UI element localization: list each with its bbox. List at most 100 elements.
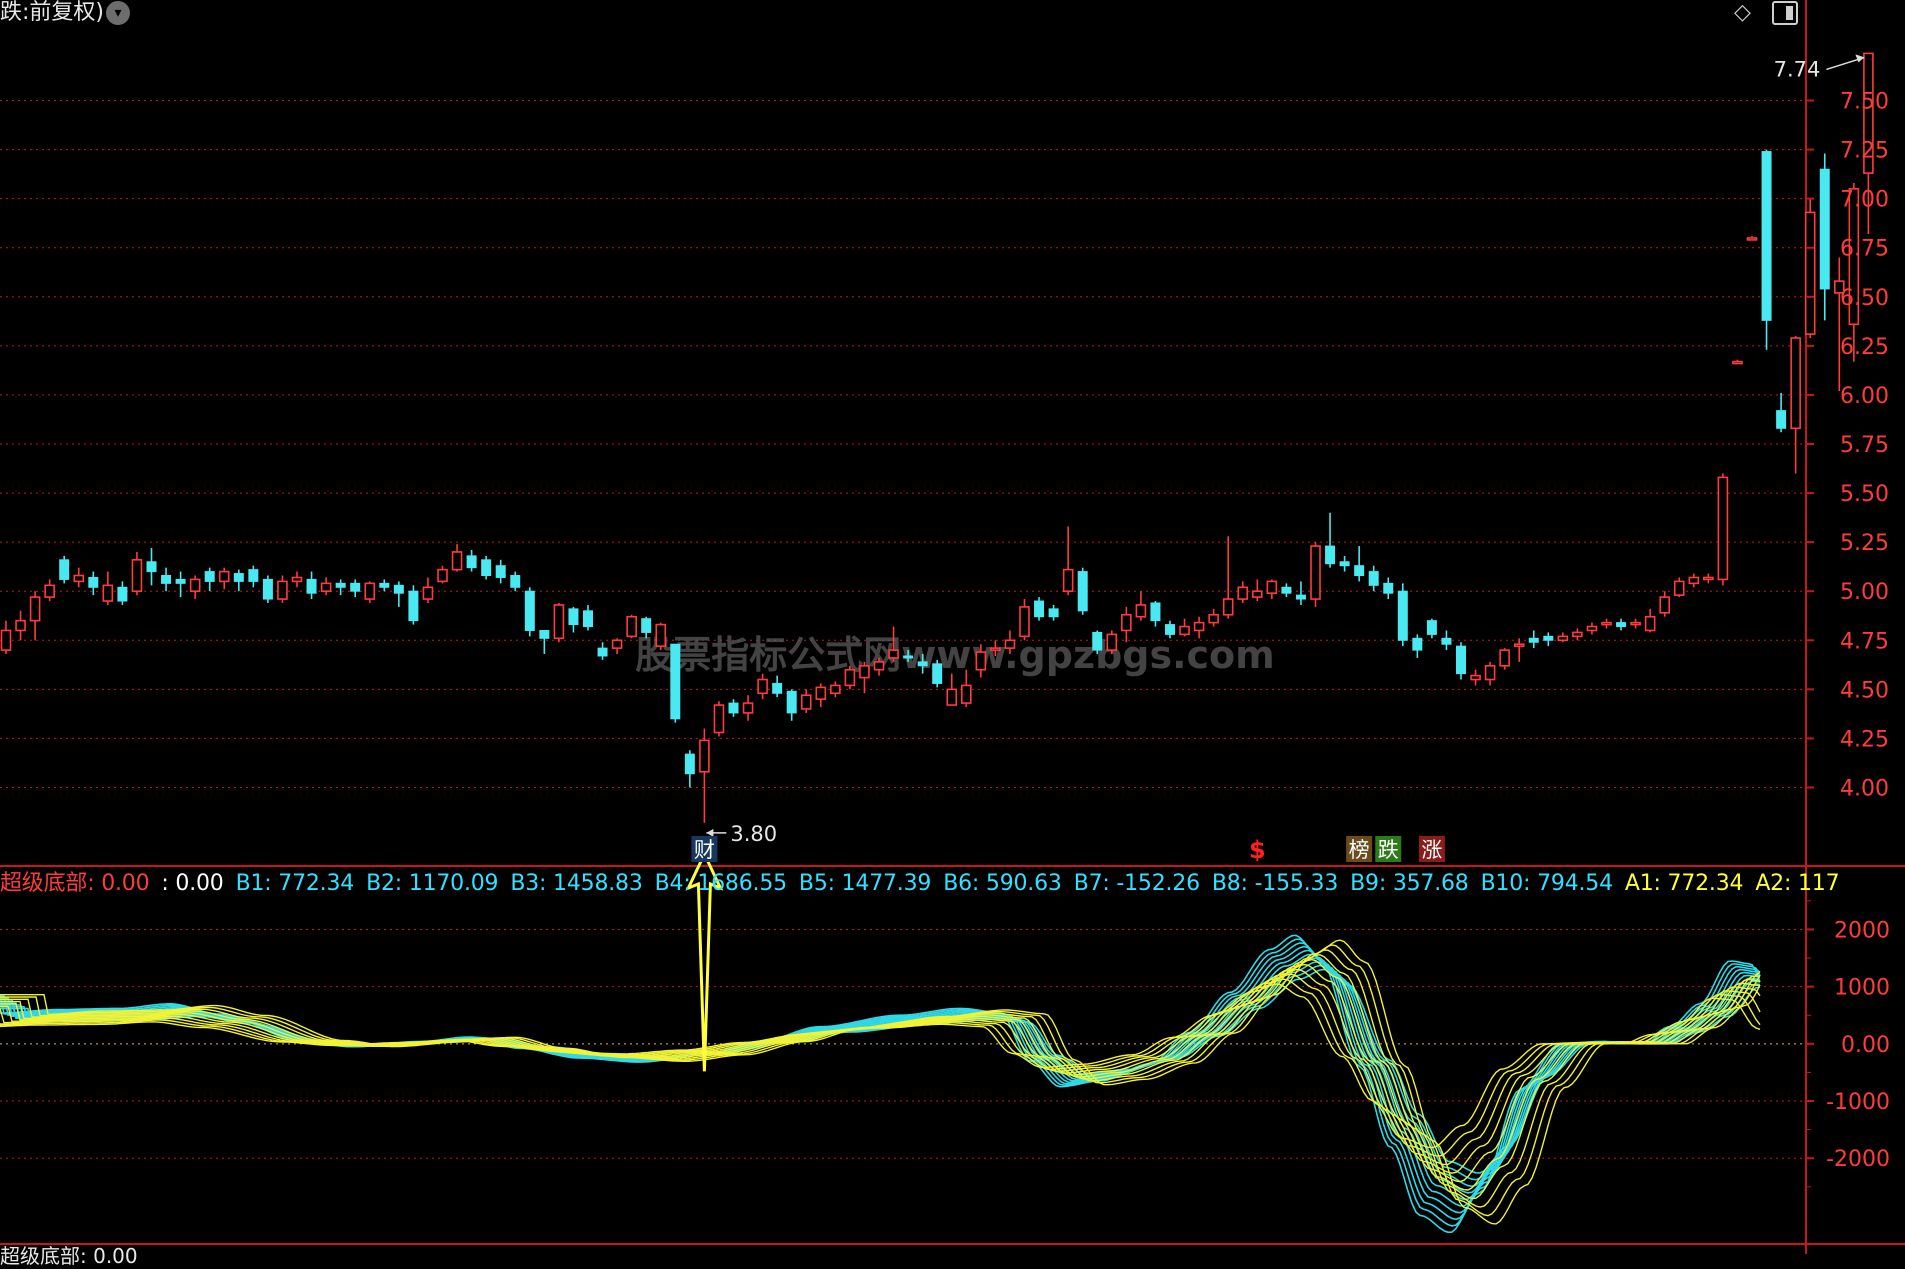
candlestick-series xyxy=(0,52,1874,823)
candle-body xyxy=(597,647,608,657)
candle xyxy=(684,750,695,788)
candle xyxy=(597,642,608,660)
price-tick-label: 7.25 xyxy=(1840,139,1889,164)
candle-body xyxy=(1688,576,1700,585)
candle xyxy=(1048,604,1059,621)
candle-body xyxy=(364,582,376,600)
indicator-tick-label: 1000 xyxy=(1834,976,1890,1001)
candle xyxy=(1644,608,1656,633)
indicator-tick-label: 2000 xyxy=(1834,918,1890,943)
candle-body xyxy=(1208,613,1219,624)
candle xyxy=(320,577,332,596)
indicator-series xyxy=(0,850,1761,1234)
candle xyxy=(1776,392,1787,433)
candle-body xyxy=(524,590,535,631)
price-tick-label: 4.50 xyxy=(1840,678,1889,703)
candle xyxy=(1484,661,1496,686)
candle xyxy=(1819,153,1830,321)
candle xyxy=(451,544,463,572)
candle xyxy=(248,565,259,588)
candle-body xyxy=(1179,625,1190,636)
candle-body xyxy=(422,586,434,600)
indicator-line-a10 xyxy=(0,939,1761,1225)
candle xyxy=(655,622,667,651)
candle-body xyxy=(1761,151,1772,321)
candle-body xyxy=(1616,622,1627,628)
candle-body xyxy=(1717,476,1729,581)
panel-toggle-icon[interactable] xyxy=(1772,1,1798,25)
candle-body xyxy=(888,649,899,659)
candle xyxy=(1513,638,1525,662)
candle xyxy=(1441,630,1452,651)
candle-body xyxy=(59,559,70,580)
candle-body xyxy=(1252,590,1263,598)
candle xyxy=(1804,198,1816,339)
price-axis: 7.50 7.25 7.00 6.75 6.50 6.25 6.00 5.75 5.50 5.25… xyxy=(1806,90,1890,1188)
event-marker-dollar: $ xyxy=(1249,836,1266,864)
candle xyxy=(1412,634,1423,658)
candle xyxy=(1179,618,1190,637)
candle-body xyxy=(1484,664,1496,681)
candle xyxy=(59,555,70,584)
indicator-value-signal: : 0.00 xyxy=(161,871,224,896)
candle xyxy=(1732,359,1743,365)
candle-body xyxy=(1193,621,1205,632)
candle xyxy=(1834,257,1845,392)
candle xyxy=(815,683,827,708)
candle-body xyxy=(990,647,1001,651)
candle xyxy=(1325,512,1336,568)
price-tick-label: 6.00 xyxy=(1840,384,1889,409)
candle-body xyxy=(306,578,317,594)
candle xyxy=(1092,630,1103,655)
candle-body xyxy=(29,596,41,622)
candle xyxy=(553,602,565,643)
candle xyxy=(161,567,172,592)
candle-body xyxy=(553,604,565,640)
price-tick-label: 5.75 xyxy=(1840,433,1889,458)
diamond-icon[interactable]: ◇ xyxy=(1734,2,1751,24)
chart-canvas[interactable]: 股票指标公式网www.gpzbgs.com 7.50 7.25 7.00 6.75 6.… xyxy=(0,0,1905,1254)
indicator-line-a1 xyxy=(0,983,1761,1149)
candle-body xyxy=(1746,237,1758,241)
candle-body xyxy=(1062,568,1074,593)
candle xyxy=(786,689,797,721)
candle xyxy=(73,567,85,588)
indicator-tick-label: -1000 xyxy=(1826,1090,1890,1115)
price-tick-label: 5.00 xyxy=(1840,580,1889,605)
high-arrow-head xyxy=(1855,54,1865,63)
candle xyxy=(626,614,637,639)
high-price-label: 7.74 xyxy=(1774,57,1821,81)
chevron-down-icon[interactable]: ▾ xyxy=(106,1,130,25)
candle-body xyxy=(408,590,419,622)
chart-window: 股票指标公式网www.gpzbgs.com 7.50 7.25 7.00 6.75 6.… xyxy=(0,0,1905,1254)
candle xyxy=(1616,618,1627,631)
candle-body xyxy=(1281,586,1292,594)
candle xyxy=(1150,601,1161,627)
candle xyxy=(1630,618,1641,629)
indicator-line-b3 xyxy=(0,942,1761,1221)
candle-body xyxy=(1470,674,1481,681)
bottom-indicator-label: 超级底部: 0.00 xyxy=(0,1244,138,1268)
candle-body xyxy=(1557,635,1569,642)
candle xyxy=(524,587,535,637)
candle-body xyxy=(1528,637,1539,643)
candle xyxy=(670,643,681,723)
candle xyxy=(1077,567,1088,615)
candle-body xyxy=(742,702,754,714)
candle xyxy=(29,591,41,641)
candle-body xyxy=(800,694,812,710)
candle-body xyxy=(1586,625,1598,632)
watermark-text: 股票指标公式网www.gpzbgs.com xyxy=(635,633,1275,677)
candle xyxy=(757,673,768,700)
candle-body xyxy=(655,623,667,647)
candle-body xyxy=(1325,545,1336,565)
candle-body xyxy=(1092,631,1103,651)
price-tick-label: 6.25 xyxy=(1840,335,1889,360)
candle-body xyxy=(466,555,477,569)
indicator-line-b8 xyxy=(0,961,1761,1188)
price-tick-label: 7.00 xyxy=(1840,188,1889,213)
candle-body xyxy=(903,655,914,659)
candle-body xyxy=(1019,606,1030,638)
event-marker-die-text: 跌 xyxy=(1378,838,1399,862)
candle xyxy=(1557,632,1569,643)
